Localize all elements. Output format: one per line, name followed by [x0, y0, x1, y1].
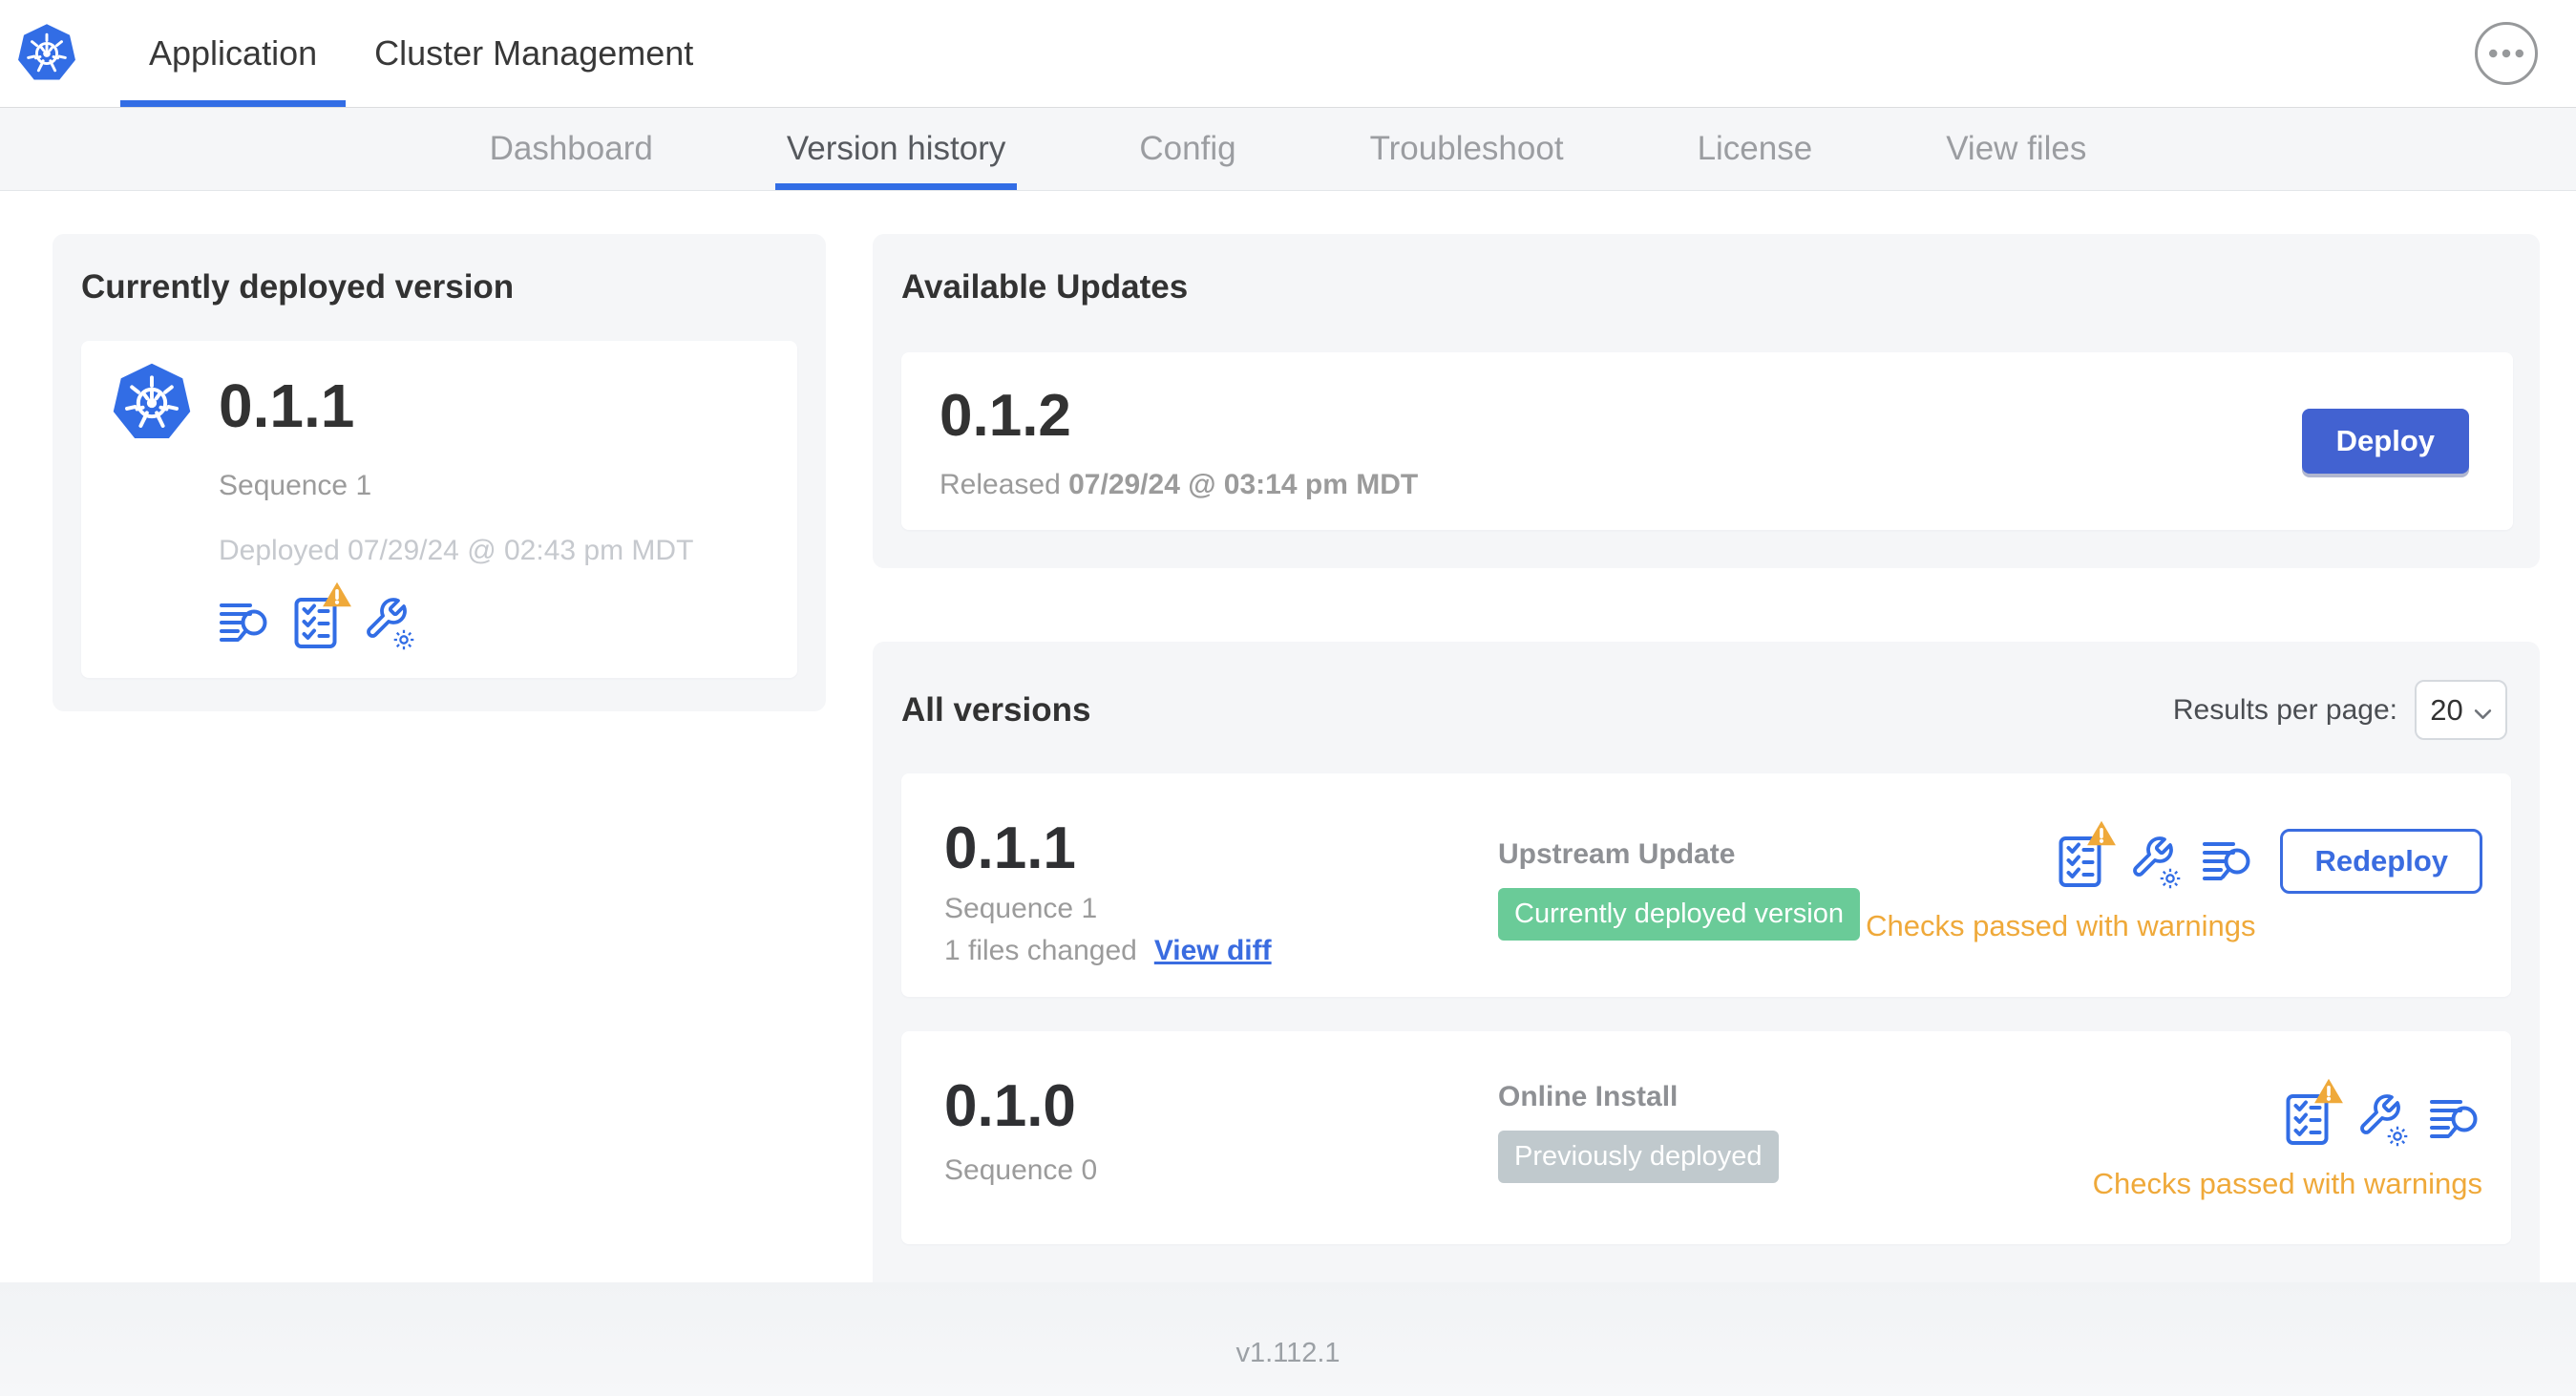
tab-cluster-management-label: Cluster Management: [374, 33, 694, 73]
status-badge-currently-deployed: Currently deployed version: [1498, 888, 1860, 941]
view-logs-icon[interactable]: [2429, 1097, 2482, 1141]
subtab-config[interactable]: Config: [1133, 108, 1241, 190]
current-version-actions: [219, 582, 769, 650]
row-sequence: Sequence 1: [944, 893, 1098, 925]
edit-config-icon[interactable]: [2353, 1092, 2408, 1147]
console-version-label: v1.112.1: [1235, 1338, 1341, 1368]
currently-deployed-title: Currently deployed version: [81, 268, 515, 306]
view-logs-icon[interactable]: [2202, 839, 2255, 883]
results-per-page-select[interactable]: 20: [2415, 680, 2507, 741]
all-versions-title: All versions: [901, 690, 1091, 729]
currently-deployed-card: Currently deployed version 0.1.1 Sequenc…: [53, 234, 826, 712]
currently-deployed-version-card: 0.1.1 Sequence 1 Deployed 07/29/24 @ 02:…: [81, 341, 797, 679]
page-footer: v1.112.1: [0, 1282, 2576, 1396]
preflight-checks-warning-icon[interactable]: [2285, 1079, 2343, 1146]
view-logs-icon[interactable]: [219, 601, 272, 645]
edit-config-icon[interactable]: [2125, 835, 2181, 889]
update-released-timestamp: Released 07/29/24 @ 03:14 pm MDT: [940, 468, 1419, 500]
version-history-main: Available Updates 0.1.2 Released 07/29/2…: [873, 234, 2540, 1299]
warning-triangle-icon: [323, 582, 351, 607]
preflight-checks-warning-icon[interactable]: [2058, 820, 2117, 888]
row-source-label: Online Install: [1498, 1081, 1679, 1113]
current-version-deployed-timestamp: Deployed 07/29/24 @ 02:43 pm MDT: [219, 535, 694, 567]
row-sequence: Sequence 0: [944, 1154, 1098, 1187]
tab-application[interactable]: Application: [120, 0, 347, 107]
tab-application-label: Application: [149, 33, 318, 73]
current-version-sequence: Sequence 1: [219, 470, 372, 502]
version-row-0-1-0: 0.1.0 Sequence 0 Online Install Previous…: [901, 1031, 2511, 1245]
row-files-changed: 1 files changed: [944, 935, 1137, 967]
available-updates-card: Available Updates 0.1.2 Released 07/29/2…: [873, 234, 2540, 569]
ellipsis-menu-icon: [2489, 47, 2523, 61]
available-update-row: 0.1.2 Released 07/29/24 @ 03:14 pm MDT D…: [901, 352, 2513, 531]
version-row-0-1-1: 0.1.1 Sequence 1 1 files changed View di…: [901, 773, 2511, 998]
results-per-page: Results per page: 20: [2172, 680, 2507, 741]
subtab-troubleshoot[interactable]: Troubleshoot: [1364, 108, 1570, 190]
results-per-page-label: Results per page:: [2172, 693, 2397, 726]
checks-status-text: Checks passed with warnings: [2092, 1167, 2482, 1201]
edit-config-icon[interactable]: [359, 596, 414, 650]
overflow-menu-button[interactable]: [2475, 22, 2538, 85]
view-diff-link[interactable]: View diff: [1154, 935, 1272, 967]
row-version-number: 0.1.1: [944, 815, 1076, 882]
row-version-number: 0.1.0: [944, 1073, 1076, 1140]
warning-triangle-icon: [2314, 1079, 2343, 1104]
chevron-down-icon: [2474, 693, 2492, 728]
top-nav: Application Cluster Management: [0, 0, 2576, 108]
subtab-view-files[interactable]: View files: [1940, 108, 2092, 190]
version-history-page: Currently deployed version 0.1.1 Sequenc…: [0, 191, 2576, 1299]
row-action-icons: [2058, 820, 2255, 894]
checks-status-text: Checks passed with warnings: [1866, 909, 2256, 943]
update-version-number: 0.1.2: [940, 382, 1071, 449]
kubernetes-logo-icon: [15, 23, 78, 84]
row-source-label: Upstream Update: [1498, 838, 1736, 871]
preflight-checks-warning-icon[interactable]: [293, 582, 351, 649]
subtab-dashboard[interactable]: Dashboard: [484, 108, 659, 190]
subtab-license[interactable]: License: [1692, 108, 1819, 190]
redeploy-button[interactable]: Redeploy: [2280, 829, 2482, 895]
status-badge-previously-deployed: Previously deployed: [1498, 1131, 1779, 1184]
top-nav-tabs: Application Cluster Management: [120, 0, 722, 107]
all-versions-card: All versions Results per page: 20 0.1.1 …: [873, 642, 2540, 1299]
tab-cluster-management[interactable]: Cluster Management: [346, 0, 722, 107]
deploy-button[interactable]: Deploy: [2301, 409, 2469, 475]
subtab-version-history[interactable]: Version history: [774, 108, 1017, 190]
warning-triangle-icon: [2087, 820, 2117, 846]
app-kubernetes-icon: [110, 362, 194, 449]
current-version-number: 0.1.1: [219, 370, 355, 440]
app-subnav: Dashboard Version history Config Trouble…: [0, 108, 2576, 191]
available-updates-title: Available Updates: [901, 268, 1189, 306]
row-action-icons: [2285, 1079, 2482, 1152]
